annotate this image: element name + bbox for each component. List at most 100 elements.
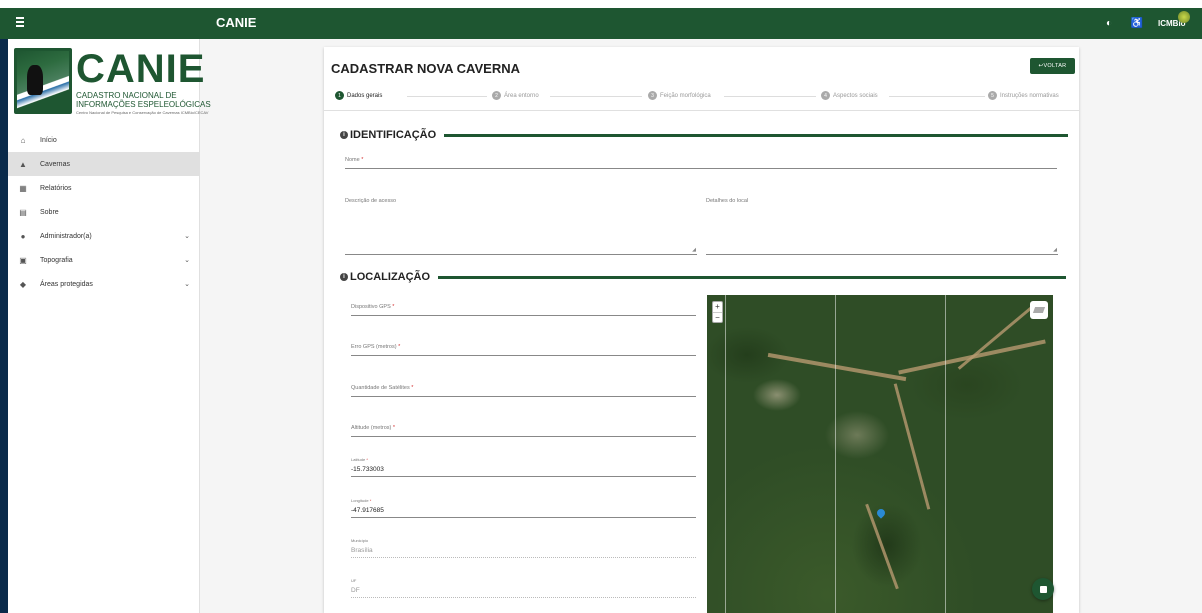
resize-handle-icon[interactable]: ◢ [692,247,696,253]
altitude-label: Altitude (metros) [351,425,392,431]
field-label: Erro GPS (metros) * [351,344,400,350]
step-connector [550,96,642,97]
map-grid-line [725,295,726,613]
required-mark: * [369,498,372,503]
sidebar-item-inicio[interactable]: ⌂ Início [8,128,200,152]
shield-icon: ◆ [19,279,27,289]
mountain-icon: ▲ [19,159,27,169]
step-dados-gerais[interactable]: 1 Dados gerais [335,91,382,100]
logo-title: CANIE [76,47,206,91]
sidebar-item-label: Início [40,136,57,144]
zoom-control: + − [712,301,723,323]
quantidade-satelites-field[interactable]: Quantidade de Satélites * [351,385,696,397]
longitude-field[interactable]: Longitude * -47.917685 [351,498,696,518]
field-label: Município [351,538,369,543]
resize-handle-icon[interactable]: ◢ [1053,247,1057,253]
sidebar-item-topografia[interactable]: ▣ Topografia ⌄ [8,248,200,272]
section-divider [438,275,1067,279]
detalhes-local-field[interactable]: Detalhes do local ◢ [706,198,1058,255]
menu-icon[interactable] [14,15,32,31]
info-icon: i [340,273,348,281]
required-mark: * [398,344,401,350]
field-label: Descrição de acesso [345,198,397,204]
step-instrucoes-normativas[interactable]: 5 Instruções normativas [988,91,1059,100]
person-icon: ● [20,231,26,241]
required-mark: * [392,425,396,431]
chevron-down-icon: ⌄ [184,233,190,240]
step-feicao-morfologica[interactable]: 3 Feição morfológica [648,91,711,100]
sidebar-item-cavernas[interactable]: ▲ Cavernas [8,152,200,176]
uf-field: UF DF [351,578,696,598]
section-divider [444,133,1069,137]
map-road [767,352,907,382]
forum-icon: ▤ [19,207,27,217]
longitude-value: -47.917685 [351,507,384,514]
descricao-acesso-field[interactable]: Descrição de acesso ◢ [345,198,697,255]
step-label: Instruções normativas [1000,92,1059,99]
gps-label: Dispositivo GPS [351,304,391,310]
nome-label: Nome [345,157,360,163]
layers-button[interactable] [1030,301,1048,319]
required-mark: * [411,385,414,391]
zoom-out-button[interactable]: − [713,312,722,322]
uf-value: DF [351,587,360,594]
accessibility-icon[interactable]: ♿ [1130,18,1144,29]
form-card: CADASTRAR NOVA CAVERNA ↩ VOLTAR 1 Dados ge… [324,47,1079,613]
logo-subtitle-1: CADASTRO NACIONAL DE [76,91,177,100]
section-heading: LOCALIZAÇÃO [350,271,431,283]
step-number: 3 [648,91,657,100]
step-label: Dados gerais [347,92,383,99]
latitude-field[interactable]: Latitude * -15.733003 [351,457,696,477]
stepper: 1 Dados gerais 2 Área entorno 3 Feição morf… [324,81,1079,111]
sidebar-item-sobre[interactable]: ▤ Sobre [8,200,200,224]
municipio-field: Município Brasília [351,538,696,558]
map-grid-line [835,295,836,613]
field-label: Detalhes do local [706,198,749,204]
field-label: Quantidade de Satélites * [351,385,413,391]
info-icon: i [340,131,348,139]
logo-subtitle-2: INFORMAÇÕES ESPELEOLÓGICAS [76,100,211,109]
zoom-in-button[interactable]: + [713,302,722,312]
field-label: Latitude * [351,457,368,462]
step-connector [407,96,487,97]
map-road [957,303,1037,370]
step-area-entorno[interactable]: 2 Área entorno [492,91,539,100]
section-identificacao: i IDENTIFICAÇÃO [340,129,1069,141]
sidebar-nav: ⌂ Início ▲ Cavernas ▦ Relatórios ▤ Sobre ● Ad… [8,128,200,296]
sidebar-item-label: Áreas protegidas [40,280,93,288]
latitude-label: Latitude [351,457,366,462]
save-icon [1039,585,1047,593]
satelites-label: Quantidade de Satélites [351,385,410,391]
logo-subtitle-3: Centro Nacional de Pesquisa e Conservaçã… [76,110,209,115]
step-number: 1 [335,91,344,100]
save-button[interactable] [1032,578,1054,600]
step-label: Área entorno [504,92,539,99]
altitude-field[interactable]: Altitude (metros) * [351,425,696,437]
layers-icon [1032,307,1046,313]
longitude-label: Longitude [351,498,369,503]
chevron-down-icon: ⌄ [184,281,190,288]
satellite-map[interactable]: + − [707,295,1053,613]
map-pin-icon[interactable] [877,509,885,520]
field-label: Altitude (metros) * [351,425,395,431]
sidebar-item-label: Sobre [40,208,59,216]
nome-field[interactable]: Nome * [345,157,1057,169]
map-grid-line [945,295,946,613]
latitude-value: -15.733003 [351,466,384,473]
sidebar-item-administrador[interactable]: ● Administrador(a) ⌄ [8,224,200,248]
section-heading: IDENTIFICAÇÃO [350,129,437,141]
chevron-down-icon: ⌄ [184,257,190,264]
step-aspectos-sociais[interactable]: 4 Aspectos sociais [821,91,878,100]
sidebar-item-label: Administrador(a) [40,232,92,240]
icmbio-logo: ICMBio [1158,11,1190,33]
step-number: 5 [988,91,997,100]
sidebar-item-relatorios[interactable]: ▦ Relatórios [8,176,200,200]
folder-icon: ▣ [19,255,27,265]
contrast-icon[interactable]: ◐ [1102,18,1116,29]
step-connector [889,96,985,97]
sidebar-item-areas-protegidas[interactable]: ◆ Áreas protegidas ⌄ [8,272,200,296]
step-label: Feição morfológica [660,92,711,99]
dispositivo-gps-field[interactable]: Dispositivo GPS * [351,304,696,316]
voltar-button[interactable]: ↩ VOLTAR [1030,58,1075,74]
erro-gps-field[interactable]: Erro GPS (metros) * [351,344,696,356]
